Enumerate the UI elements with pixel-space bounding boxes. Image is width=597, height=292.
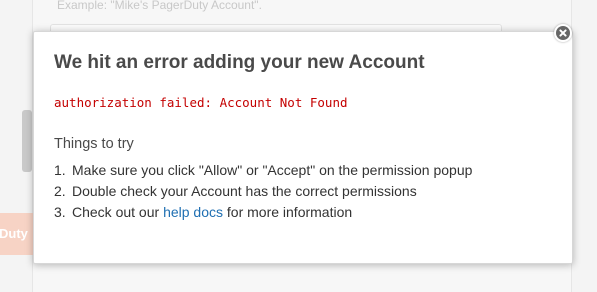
tip-text: Make sure you click "Allow" or "Accept" … (72, 162, 473, 178)
error-modal: We hit an error adding your new Account … (33, 31, 573, 264)
things-to-try-heading: Things to try (54, 136, 134, 152)
modal-title: We hit an error adding your new Account (54, 52, 425, 73)
list-item: 1. Make sure you click "Allow" or "Accept… (54, 160, 472, 181)
list-item: 3. Check out our help docs for more infor… (54, 202, 472, 223)
account-name-hint: Example: "Mike's PagerDuty Account". (57, 0, 262, 12)
close-icon (556, 26, 570, 40)
scrollbar-handle (22, 110, 32, 172)
close-button[interactable] (554, 24, 572, 42)
error-message: authorization failed: Account Not Found (54, 95, 348, 110)
tip-text-after: for more information (223, 204, 353, 220)
tips-list: 1. Make sure you click "Allow" or "Accept… (54, 160, 472, 223)
tip-number: 3. (54, 204, 66, 220)
list-item: 2. Double check your Account has the corr… (54, 181, 472, 202)
tip-number: 1. (54, 162, 66, 178)
help-docs-link[interactable]: help docs (163, 204, 223, 220)
tip-text-before: Check out our (72, 204, 164, 220)
tip-text: Double check your Account has the correc… (72, 183, 417, 199)
tip-number: 2. (54, 183, 66, 199)
